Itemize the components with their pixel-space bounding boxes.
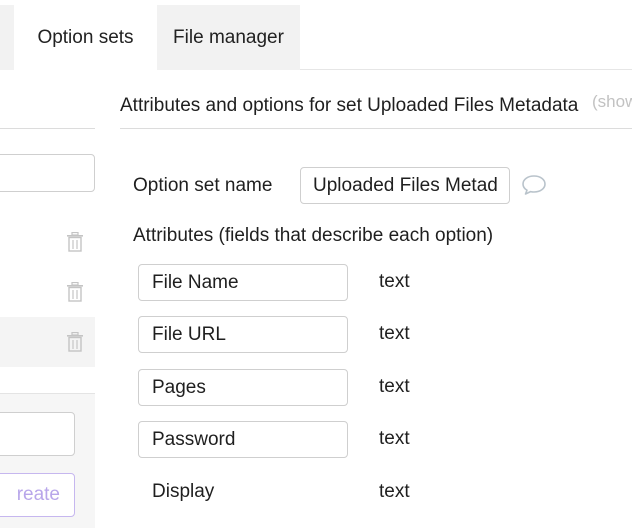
trash-icon[interactable] — [66, 232, 84, 252]
option-set-name-label: Option set name — [133, 175, 273, 196]
option-set-list-item[interactable] — [0, 217, 95, 267]
attribute-row: text — [138, 264, 538, 302]
trash-icon[interactable] — [66, 282, 84, 302]
attribute-name-input[interactable] — [138, 316, 348, 353]
attribute-type: text — [379, 481, 410, 502]
left-panel-divider — [0, 128, 95, 129]
attribute-name-input[interactable] — [138, 369, 348, 406]
attribute-name-static: Display — [152, 481, 215, 502]
attribute-row: text — [138, 316, 538, 354]
tab-previous[interactable] — [0, 5, 14, 70]
tab-option-sets[interactable]: Option sets — [14, 5, 157, 70]
attribute-row-builtin: Display text — [138, 474, 538, 512]
new-option-set-input[interactable] — [0, 412, 75, 456]
option-set-name-input[interactable] — [300, 167, 510, 204]
attribute-row: text — [138, 421, 538, 459]
tab-bar: Option sets File manager — [0, 0, 632, 70]
tab-file-manager[interactable]: File manager — [157, 5, 300, 70]
attributes-heading: Attributes (fields that describe each op… — [133, 225, 494, 246]
comment-icon[interactable] — [521, 174, 547, 196]
attribute-name-input[interactable] — [138, 421, 348, 458]
option-set-list-item[interactable] — [0, 267, 95, 317]
tab-bar-divider — [300, 69, 632, 70]
attribute-type: text — [379, 428, 410, 449]
trash-icon[interactable] — [66, 332, 84, 352]
option-set-search-input[interactable] — [0, 154, 95, 192]
option-set-list-item-selected[interactable] — [0, 317, 95, 367]
attribute-name-input[interactable] — [138, 264, 348, 301]
create-option-set-button[interactable]: reate — [0, 473, 75, 517]
panel-header-divider — [120, 128, 632, 129]
attribute-type: text — [379, 271, 410, 292]
show-link[interactable]: (show — [592, 92, 632, 112]
panel-title: Attributes and options for set Uploaded … — [120, 95, 579, 116]
attribute-row: text — [138, 369, 538, 407]
attribute-type: text — [379, 376, 410, 397]
attribute-type: text — [379, 323, 410, 344]
